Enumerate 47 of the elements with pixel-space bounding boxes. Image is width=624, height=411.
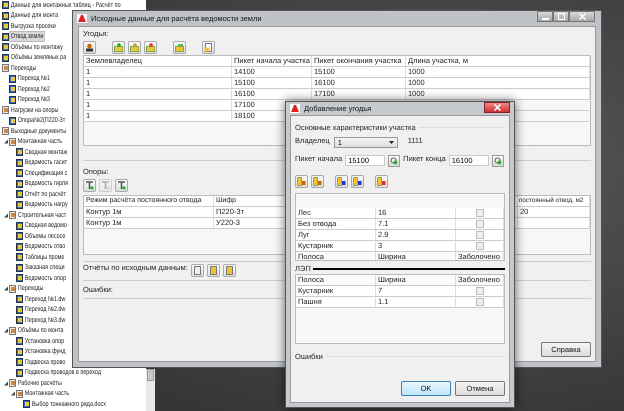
table-icon	[130, 42, 139, 52]
toolbar-button[interactable]	[115, 178, 128, 192]
target-icon	[494, 156, 502, 164]
folder-icon	[9, 211, 16, 220]
bricks-icon	[377, 176, 386, 186]
support-icon	[117, 180, 126, 190]
maximize-button[interactable]	[553, 11, 569, 22]
table-icon	[146, 42, 155, 52]
toolbar-button[interactable]	[335, 174, 348, 188]
bricks-icon	[297, 176, 306, 186]
toolbar-button[interactable]	[83, 40, 96, 54]
scrollbar[interactable]	[146, 369, 155, 411]
checkbox[interactable]	[476, 242, 484, 250]
toolbar-button[interactable]	[351, 174, 364, 188]
minimize-button[interactable]	[537, 11, 553, 22]
support-icon	[85, 180, 94, 190]
bricks-icon	[313, 176, 322, 186]
support-icon	[101, 180, 110, 190]
close-button[interactable]	[569, 11, 595, 22]
document-icon	[23, 400, 30, 408]
folder-icon	[2, 106, 9, 114]
checkbox[interactable]	[476, 220, 484, 228]
checkbox[interactable]	[476, 209, 484, 217]
toolbar-button[interactable]	[83, 178, 96, 192]
app-icon	[77, 14, 87, 23]
checkbox[interactable]	[476, 287, 484, 295]
folder-icon	[9, 326, 16, 335]
checkbox[interactable]	[476, 231, 484, 239]
document-icon	[9, 116, 16, 125]
pick-button[interactable]	[388, 154, 400, 166]
caret-icon	[388, 140, 394, 144]
close-button[interactable]	[484, 102, 510, 113]
target-icon	[390, 156, 398, 164]
folder-icon	[9, 284, 16, 293]
bricks-icon	[337, 176, 346, 186]
table-icon	[175, 42, 184, 52]
person-icon	[85, 42, 94, 52]
app-icon	[290, 104, 300, 113]
document-icon	[204, 42, 213, 52]
table-icon	[114, 42, 123, 52]
pick-button[interactable]	[492, 154, 504, 166]
checkbox[interactable]	[476, 298, 484, 306]
maximize-icon	[558, 13, 564, 20]
folder-icon	[2, 64, 9, 72]
close-icon	[578, 13, 586, 20]
close-icon	[494, 104, 500, 111]
bricks-icon	[353, 176, 362, 186]
